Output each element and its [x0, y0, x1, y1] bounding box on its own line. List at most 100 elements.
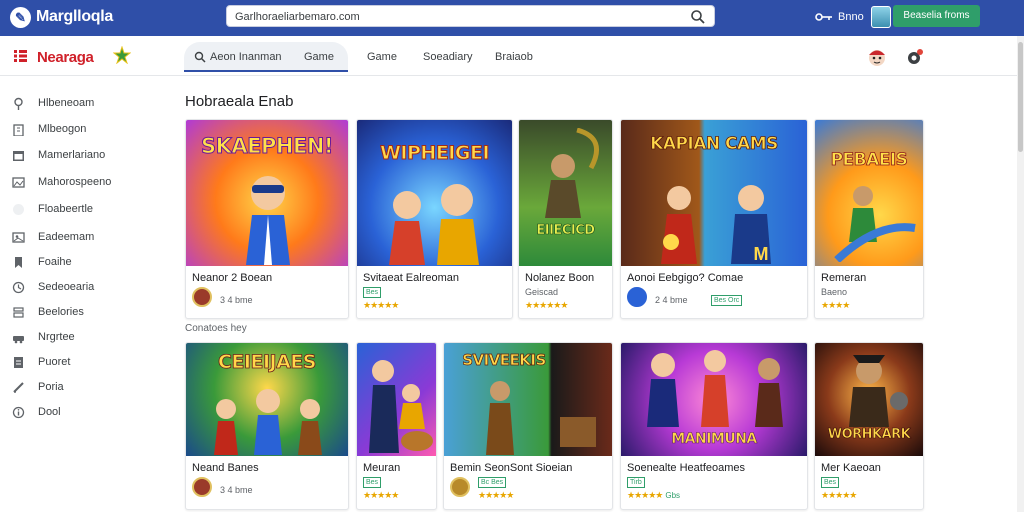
character-icon: M: [661, 185, 771, 264]
menu-icon[interactable]: [14, 50, 27, 62]
game-card[interactable]: WORHKARK Mer Kaeoan Bes ★★★★★: [814, 342, 924, 510]
sidebar-item-2[interactable]: Mlbeogon: [12, 122, 162, 138]
tab-scenery[interactable]: Soeadiary: [423, 42, 473, 72]
search-icon: [194, 51, 206, 63]
game-card[interactable]: EIIECICD Nolanez Boon Geiscad ★★★★★★: [518, 119, 613, 319]
sidebar-item-7[interactable]: Foaihe: [12, 255, 162, 271]
game-art: WIPHEIGEI: [357, 120, 512, 266]
sidebar-item-label: Eadeemam: [38, 231, 95, 243]
game-meta: Baeno: [821, 287, 848, 297]
game-card[interactable]: MANIMUNA Soenealte Heatfeoames Tirb ★★★★…: [620, 342, 808, 510]
sidebar-item-3[interactable]: Mamerlariano: [12, 148, 162, 164]
tab-aeon[interactable]: Aeon Inanman Game: [184, 42, 348, 72]
game-card[interactable]: SKAEPHEN! Neanor 2 Boean 3 4 bme: [185, 119, 349, 319]
sidebar-item-9[interactable]: Beelories: [12, 305, 162, 321]
game-tag: Bes: [821, 477, 840, 488]
cta-button[interactable]: Beaselia froms: [893, 5, 980, 27]
top-bar: ✎ Marglloqla Bnno Beaselia froms: [0, 0, 1024, 36]
doc-icon: [14, 357, 23, 368]
sidebar-item-label: Mahorospeeno: [38, 176, 112, 188]
game-title: Mer Kaeoan: [821, 462, 881, 474]
app-title: Marglloqla: [36, 8, 114, 25]
pin-icon: [14, 97, 23, 110]
avatar: [627, 287, 647, 307]
game-card[interactable]: SVIVEEKIS Bemin SeonSont Sioeian Bc Bes …: [443, 342, 613, 510]
game-card[interactable]: PEBAEIS Remeran Baeno ★★★★: [814, 119, 924, 319]
notification-icon[interactable]: [906, 48, 924, 66]
game-art-title: KAPIAN CAMS: [650, 134, 779, 155]
character-icon: [647, 350, 783, 427]
game-art: SKAEPHEN!: [186, 120, 348, 266]
game-meta: Geiscad: [525, 287, 559, 297]
sidebar-item-label: Mamerlariano: [38, 149, 106, 161]
sidebar-item-1[interactable]: Hlbeneoam: [12, 96, 162, 112]
photo-icon: [12, 177, 25, 188]
game-card[interactable]: Meuran Bes ★★★★★: [356, 342, 437, 510]
sidebar-item-8[interactable]: Sedeoearia: [12, 280, 162, 296]
game-meta: 3 4 bme: [220, 485, 253, 495]
scrollbar-thumb[interactable]: [1018, 42, 1023, 152]
brand-badge-icon: [113, 46, 131, 64]
rating-stars: ★★★★: [821, 300, 850, 310]
sidebar-item-label: Mlbeogon: [38, 123, 87, 135]
sidebar-item-label: Dool: [38, 406, 61, 418]
car-icon: [13, 336, 24, 344]
sidebar-item-label: Poria: [38, 381, 64, 393]
game-card[interactable]: KAPIAN CAMS M Aonoi Eebgigo? Comae 2 4 b…: [620, 119, 808, 319]
sidebar-item-11[interactable]: Puoret: [12, 355, 162, 371]
section-title: Hobraeala Enab: [185, 93, 294, 110]
sidebar-item-12[interactable]: Poria: [12, 380, 162, 396]
game-art-title: SVIVEEKIS: [462, 351, 547, 370]
game-art: SVIVEEKIS: [444, 343, 612, 456]
game-card[interactable]: CEIEIJAES Neand Banes 3 4 bme: [185, 342, 349, 510]
game-art: EIIECICD: [519, 120, 612, 266]
rating-stars: ★★★★★★: [525, 300, 568, 310]
game-art-title: WORHKARK: [827, 427, 911, 443]
search-box[interactable]: [226, 5, 715, 27]
clock-icon: [12, 281, 25, 294]
stack-icon: [13, 307, 24, 318]
game-meta: 3 4 bme: [220, 295, 253, 305]
game-title: Nolanez Boon: [525, 272, 595, 284]
app-logo-icon[interactable]: ✎: [10, 7, 31, 28]
sidebar-item-6[interactable]: Eadeemam: [12, 230, 162, 246]
rating-stars: ★★★★★: [478, 490, 514, 500]
sidebar-item-5[interactable]: Floabeertle: [12, 202, 162, 218]
mascot-icon[interactable]: [866, 46, 888, 68]
game-title: Neand Banes: [192, 462, 259, 474]
game-tag: Tirb: [627, 477, 645, 488]
game-title: Svitaeat Ealreoman: [363, 272, 459, 284]
rating-count: Gbs: [665, 491, 681, 500]
game-art: WORHKARK: [815, 343, 923, 456]
user-name[interactable]: Bnno: [838, 11, 864, 23]
sidebar-item-13[interactable]: Dool: [12, 405, 162, 421]
avatar[interactable]: [871, 6, 891, 28]
character-icon: [214, 389, 322, 455]
rating-stars: ★★★★★: [363, 300, 399, 310]
tab-store[interactable]: Braiaob: [495, 42, 533, 72]
character-icon: [389, 184, 479, 265]
photo-icon: [12, 232, 25, 243]
rating-stars: ★★★★★: [363, 490, 399, 500]
game-title: Bemin SeonSont Sioeian: [450, 462, 573, 474]
game-tag: Bc Bes: [478, 477, 507, 488]
character-icon: [834, 186, 916, 262]
game-title: Soenealte Heatfeoames: [627, 462, 746, 474]
sidebar-item-label: Nrgrtee: [38, 331, 75, 343]
brand-name[interactable]: Nearaga: [37, 49, 94, 66]
sidebar-item-4[interactable]: Mahorospeeno: [12, 175, 162, 191]
sidebar-item-10[interactable]: Nrgrtee: [12, 330, 162, 346]
game-art: CEIEIJAES: [186, 343, 348, 456]
building-icon: [13, 124, 24, 136]
search-input[interactable]: [235, 9, 675, 25]
game-art: MANIMUNA: [621, 343, 807, 456]
pen-icon: [13, 382, 24, 393]
key-icon[interactable]: [814, 10, 834, 24]
game-art-title: EIIECICD: [536, 223, 595, 239]
game-art-title: PEBAEIS: [830, 150, 908, 171]
game-card[interactable]: WIPHEIGEI Svitaeat Ealreoman Bes ★★★★★: [356, 119, 513, 319]
sidebar-item-label: Hlbeneoam: [38, 97, 95, 109]
search-icon[interactable]: [690, 9, 706, 25]
game-art: [357, 343, 436, 456]
tab-game[interactable]: Game: [367, 42, 397, 72]
